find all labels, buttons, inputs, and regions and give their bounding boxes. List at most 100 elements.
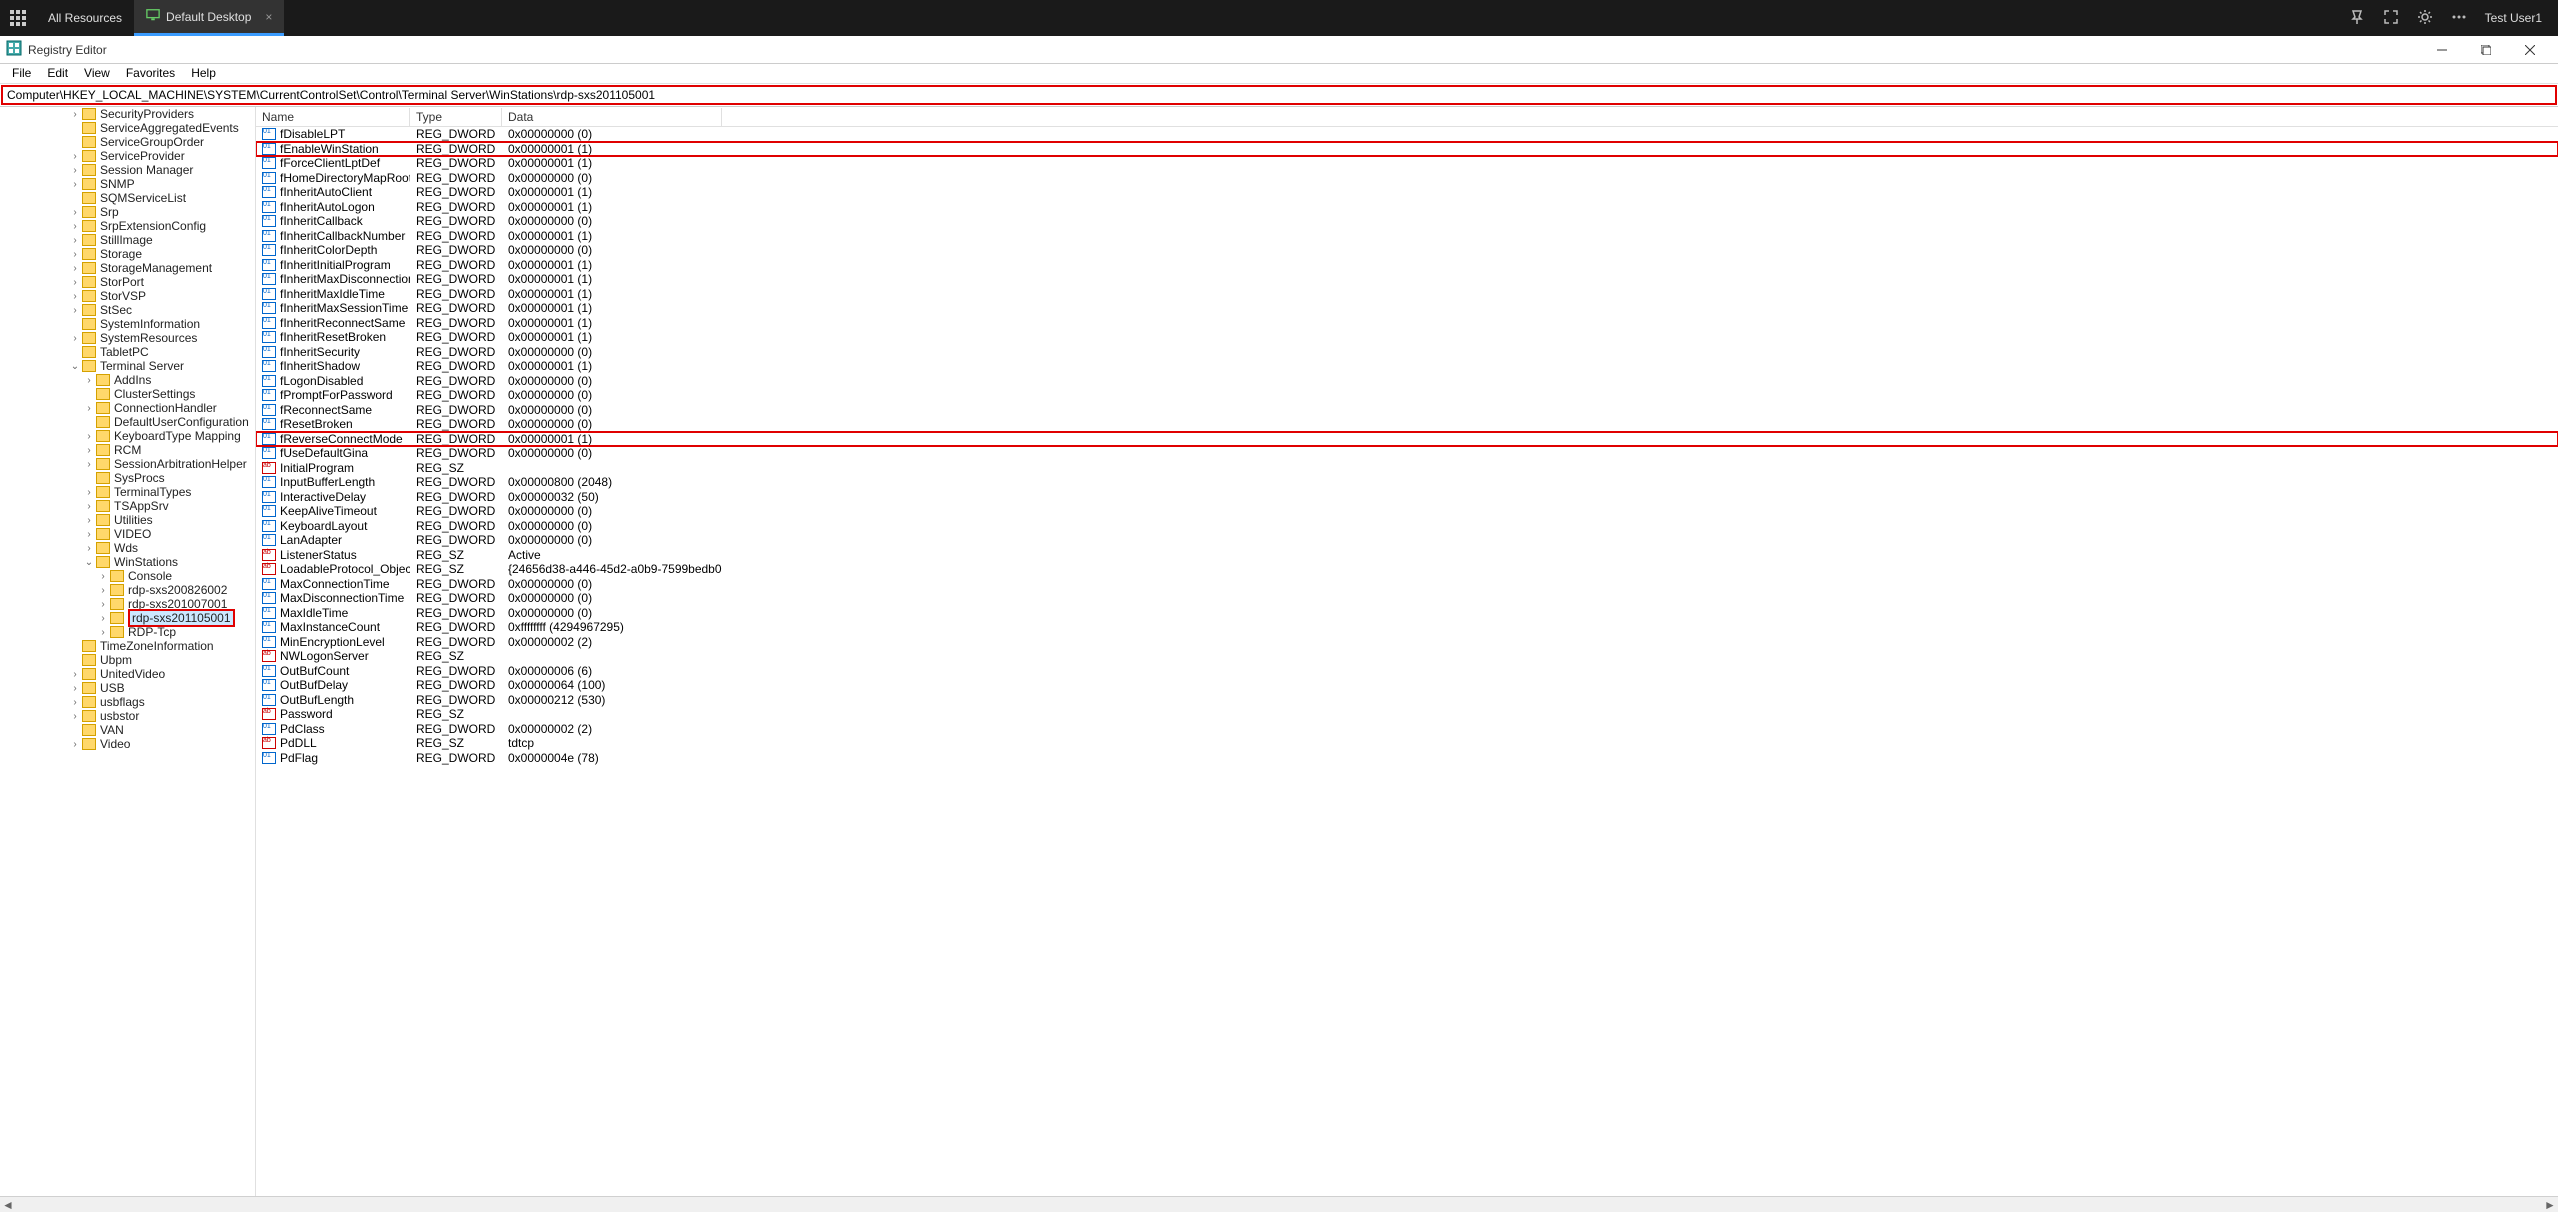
pin-icon[interactable] (2349, 9, 2365, 28)
value-row[interactable]: MaxInstanceCountREG_DWORD0xffffffff (429… (256, 620, 2558, 635)
fullscreen-icon[interactable] (2383, 9, 2399, 28)
tree-item[interactable]: ›Storage (0, 247, 255, 261)
expander-icon[interactable]: › (82, 529, 96, 540)
expander-icon[interactable]: › (68, 207, 82, 218)
value-row[interactable]: MinEncryptionLevelREG_DWORD0x00000002 (2… (256, 635, 2558, 650)
tree-item[interactable]: ›SNMP (0, 177, 255, 191)
tree-item[interactable]: ⌄Terminal Server (0, 359, 255, 373)
value-row[interactable]: MaxConnectionTimeREG_DWORD0x00000000 (0) (256, 577, 2558, 592)
col-name[interactable]: Name (256, 108, 410, 126)
value-row[interactable]: fLogonDisabledREG_DWORD0x00000000 (0) (256, 374, 2558, 389)
close-icon[interactable]: × (265, 10, 272, 24)
tree-item[interactable]: ›UnitedVideo (0, 667, 255, 681)
menu-file[interactable]: File (4, 64, 39, 83)
address-input[interactable] (3, 88, 2555, 102)
menu-favorites[interactable]: Favorites (118, 64, 183, 83)
tree-item[interactable]: ⌄WinStations (0, 555, 255, 569)
tree-item[interactable]: ›RCM (0, 443, 255, 457)
expander-icon[interactable]: › (96, 571, 110, 582)
expander-icon[interactable]: › (82, 403, 96, 414)
tree-item[interactable]: ›AddIns (0, 373, 255, 387)
tree-item[interactable]: ›rdp-sxs200826002 (0, 583, 255, 597)
tree-item[interactable]: ClusterSettings (0, 387, 255, 401)
gear-icon[interactable] (2417, 9, 2433, 28)
tree-item[interactable]: ServiceAggregatedEvents (0, 121, 255, 135)
expander-icon[interactable]: › (68, 305, 82, 316)
expander-icon[interactable]: › (68, 235, 82, 246)
tree-item[interactable]: ›usbflags (0, 695, 255, 709)
tree-item[interactable]: SystemInformation (0, 317, 255, 331)
value-row[interactable]: MaxIdleTimeREG_DWORD0x00000000 (0) (256, 606, 2558, 621)
expander-icon[interactable]: › (96, 613, 110, 624)
tree-item[interactable]: ›SessionArbitrationHelper (0, 457, 255, 471)
value-row[interactable]: ListenerStatusREG_SZActive (256, 548, 2558, 563)
value-row[interactable]: PdFlagREG_DWORD0x0000004e (78) (256, 751, 2558, 766)
value-row[interactable]: PdDLLREG_SZtdtcp (256, 736, 2558, 751)
expander-icon[interactable]: › (82, 375, 96, 386)
tree-item[interactable]: ›RDP-Tcp (0, 625, 255, 639)
value-row[interactable]: fReverseConnectModeREG_DWORD0x00000001 (… (256, 432, 2558, 447)
value-row[interactable]: PdClassREG_DWORD0x00000002 (2) (256, 722, 2558, 737)
tree-item[interactable]: ›ConnectionHandler (0, 401, 255, 415)
value-row[interactable]: fPromptForPasswordREG_DWORD0x00000000 (0… (256, 388, 2558, 403)
tree-item[interactable]: VAN (0, 723, 255, 737)
expander-icon[interactable]: › (68, 697, 82, 708)
tree-item[interactable]: TabletPC (0, 345, 255, 359)
expander-icon[interactable]: › (68, 291, 82, 302)
menu-view[interactable]: View (76, 64, 118, 83)
value-row[interactable]: InputBufferLengthREG_DWORD0x00000800 (20… (256, 475, 2558, 490)
tree-item[interactable]: ›StorPort (0, 275, 255, 289)
tree-item[interactable]: ›Video (0, 737, 255, 751)
value-row[interactable]: OutBufCountREG_DWORD0x00000006 (6) (256, 664, 2558, 679)
value-row[interactable]: InitialProgramREG_SZ (256, 461, 2558, 476)
expander-icon[interactable]: › (68, 249, 82, 260)
value-row[interactable]: fReconnectSameREG_DWORD0x00000000 (0) (256, 403, 2558, 418)
expander-icon[interactable]: › (68, 277, 82, 288)
expander-icon[interactable]: ⌄ (82, 557, 96, 568)
tree-item[interactable]: SysProcs (0, 471, 255, 485)
value-row[interactable]: fInheritShadowREG_DWORD0x00000001 (1) (256, 359, 2558, 374)
tree-item[interactable]: ›ServiceProvider (0, 149, 255, 163)
tab-all-resources[interactable]: All Resources (36, 0, 134, 36)
value-row[interactable]: KeyboardLayoutREG_DWORD0x00000000 (0) (256, 519, 2558, 534)
minimize-button[interactable] (2420, 36, 2464, 64)
value-row[interactable]: LanAdapterREG_DWORD0x00000000 (0) (256, 533, 2558, 548)
expander-icon[interactable]: ⌄ (68, 361, 82, 372)
col-type[interactable]: Type (410, 108, 502, 126)
tree-item[interactable]: ›KeyboardType Mapping (0, 429, 255, 443)
value-row[interactable]: fUseDefaultGinaREG_DWORD0x00000000 (0) (256, 446, 2558, 461)
apps-grid-icon[interactable] (0, 0, 36, 36)
expander-icon[interactable]: › (68, 739, 82, 750)
value-row[interactable]: fInheritAutoLogonREG_DWORD0x00000001 (1) (256, 200, 2558, 215)
expander-icon[interactable]: › (82, 501, 96, 512)
expander-icon[interactable]: › (82, 515, 96, 526)
tree-item[interactable]: ›Utilities (0, 513, 255, 527)
value-row[interactable]: OutBufLengthREG_DWORD0x00000212 (530) (256, 693, 2558, 708)
tree-item[interactable]: TimeZoneInformation (0, 639, 255, 653)
expander-icon[interactable]: › (68, 221, 82, 232)
tab-default-desktop[interactable]: Default Desktop × (134, 0, 284, 36)
value-row[interactable]: fInheritMaxDisconnectionTimeREG_DWORD0x0… (256, 272, 2558, 287)
values-pane[interactable]: Name Type Data fDisableLPTREG_DWORD0x000… (256, 107, 2558, 1196)
tree-item[interactable]: ›StorVSP (0, 289, 255, 303)
expander-icon[interactable]: › (68, 179, 82, 190)
expander-icon[interactable]: › (68, 263, 82, 274)
expander-icon[interactable]: › (82, 487, 96, 498)
tree-item[interactable]: SQMServiceList (0, 191, 255, 205)
value-row[interactable]: fInheritMaxSessionTimeREG_DWORD0x0000000… (256, 301, 2558, 316)
value-row[interactable]: fInheritReconnectSameREG_DWORD0x00000001… (256, 316, 2558, 331)
value-row[interactable]: fInheritAutoClientREG_DWORD0x00000001 (1… (256, 185, 2558, 200)
value-row[interactable]: fEnableWinStationREG_DWORD0x00000001 (1) (256, 142, 2558, 157)
tree-item[interactable]: ›rdp-sxs201105001 (0, 611, 255, 625)
value-row[interactable]: fInheritColorDepthREG_DWORD0x00000000 (0… (256, 243, 2558, 258)
maximize-button[interactable] (2464, 36, 2508, 64)
value-row[interactable]: fInheritCallbackNumberREG_DWORD0x0000000… (256, 229, 2558, 244)
expander-icon[interactable]: › (68, 683, 82, 694)
tree-pane[interactable]: ›SecurityProvidersServiceAggregatedEvent… (0, 107, 256, 1196)
value-row[interactable]: fForceClientLptDefREG_DWORD0x00000001 (1… (256, 156, 2558, 171)
more-icon[interactable] (2451, 9, 2467, 28)
menu-edit[interactable]: Edit (39, 64, 76, 83)
value-row[interactable]: fInheritInitialProgramREG_DWORD0x0000000… (256, 258, 2558, 273)
tree-item[interactable]: ›SecurityProviders (0, 107, 255, 121)
value-row[interactable]: InteractiveDelayREG_DWORD0x00000032 (50) (256, 490, 2558, 505)
